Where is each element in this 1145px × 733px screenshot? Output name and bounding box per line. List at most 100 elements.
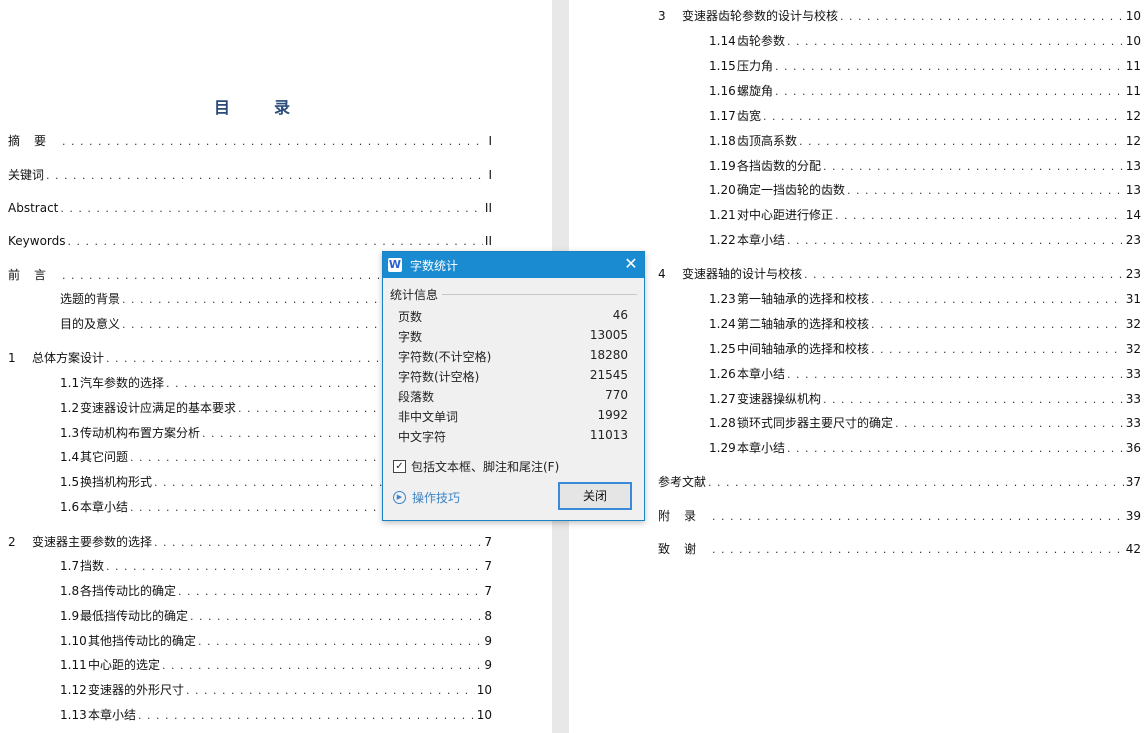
toc-entry-page: 7 xyxy=(484,559,492,573)
wps-writer-icon: W xyxy=(388,258,402,272)
toc-entry-page: 9 xyxy=(484,634,492,648)
toc-entry-label: 致谢 xyxy=(658,542,711,556)
toc-leader-dots xyxy=(708,475,1124,491)
toc-entry-label: 第二轴轴承的选择和校核 xyxy=(737,317,870,331)
toc-leader-dots xyxy=(190,609,482,625)
toc-entry-label: 第一轴轴承的选择和校核 xyxy=(737,292,870,306)
tips-label[interactable]: 操作技巧 xyxy=(412,489,460,506)
toc-entry-number: 1.28 xyxy=(709,416,736,430)
dialog-titlebar[interactable]: W 字数统计 ✕ xyxy=(383,252,644,278)
toc-entry-label: 选题的背景 xyxy=(60,292,121,306)
toc-entry: 1.12变速器的外形尺寸 10 xyxy=(60,682,492,699)
toc-entry: 参考文献 37 xyxy=(658,474,1141,491)
toc-entry-number: 2 xyxy=(8,535,16,549)
toc-entry-label: 各挡齿数的分配 xyxy=(737,159,822,173)
checkbox-check-icon[interactable]: ✓ xyxy=(393,460,406,473)
toc-entry-number: 1.12 xyxy=(60,683,87,697)
stat-row: 段落数 770 xyxy=(398,388,628,405)
toc-entry-number: 1.20 xyxy=(709,183,736,197)
stat-row: 字数 13005 xyxy=(398,328,628,345)
toc-entry: 1.17齿宽 12 xyxy=(709,108,1141,125)
toc-leader-dots xyxy=(787,367,1124,383)
word-count-dialog: W 字数统计 ✕ 统计信息 页数 46 字数 13005 字符数(不计空格) 18280 字… xyxy=(382,251,645,521)
toc-leader-dots xyxy=(799,134,1124,150)
toc-leader-dots xyxy=(823,392,1124,408)
toc-entry-number: 3 xyxy=(658,9,666,23)
toc-entry-label: 本章小结 xyxy=(80,500,129,514)
toc-leader-dots xyxy=(60,201,483,217)
toc-entry-number: 1.1 xyxy=(60,376,80,390)
toc-entry-number: 1.8 xyxy=(60,584,80,598)
stat-value: 11013 xyxy=(589,428,628,442)
toc-entry: 摘要 I xyxy=(8,133,492,150)
toc-entry-number: 1.25 xyxy=(709,342,736,356)
toc-entry-page: 33 xyxy=(1125,367,1141,381)
toc-entry-number: 1.23 xyxy=(709,292,736,306)
toc-entry-number: 1.2 xyxy=(60,401,80,415)
toc-leader-dots xyxy=(763,109,1124,125)
toc-leader-dots xyxy=(62,134,486,150)
toc-entry: 1.27变速器操纵机构 33 xyxy=(709,391,1141,408)
toc-entry-page: 23 xyxy=(1125,267,1141,281)
toc-entry: 1.20确定一挡齿轮的齿数 13 xyxy=(709,182,1141,199)
toc-entry-label: 齿顶高系数 xyxy=(737,134,798,148)
toc-entry-label: 前言 xyxy=(8,268,61,282)
toc-leader-dots xyxy=(840,9,1124,25)
stats-group-header: 统计信息 xyxy=(390,286,637,303)
close-button[interactable]: 关闭 xyxy=(558,482,632,510)
toc-entry-number: 1.19 xyxy=(709,159,736,173)
toc-leader-dots xyxy=(775,84,1124,100)
toc-entry-number: 1.24 xyxy=(709,317,736,331)
toc-entry-label: 变速器的外形尺寸 xyxy=(88,683,185,697)
toc-entry-page: 13 xyxy=(1125,183,1141,197)
toc-entry-page: 32 xyxy=(1125,342,1141,356)
toc-leader-dots xyxy=(186,683,475,699)
stat-value: 1992 xyxy=(597,408,628,422)
toc-leader-dots xyxy=(775,59,1124,75)
toc-leader-dots xyxy=(712,509,1124,525)
toc-entry: 1.26本章小结 33 xyxy=(709,366,1141,383)
toc-entry-number: 1.22 xyxy=(709,233,736,247)
toc-entry-page: II xyxy=(484,201,492,215)
stat-value: 13005 xyxy=(589,328,628,342)
toc-entry: 1.23第一轴轴承的选择和校核 31 xyxy=(709,291,1141,308)
toc-entry-label: Keywords xyxy=(8,234,66,248)
toc-entry-label: 中心距的选定 xyxy=(88,658,161,672)
toc-entry-label: 变速器轴的设计与校核 xyxy=(682,267,803,281)
toc-entry-label: 最低挡传动比的确定 xyxy=(80,609,189,623)
toc-entry-label: 总体方案设计 xyxy=(32,351,105,365)
toc-leader-dots xyxy=(835,208,1124,224)
toc-entry-page: 14 xyxy=(1125,208,1141,222)
toc-entry: 1.21对中心距进行修正 14 xyxy=(709,207,1141,224)
include-textbox-checkbox[interactable]: ✓ 包括文本框、脚注和尾注(F) xyxy=(393,458,559,475)
toc-entry-label: 其他挡传动比的确定 xyxy=(88,634,197,648)
toc-entry: 1.28锁环式同步器主要尺寸的确定 33 xyxy=(709,415,1141,432)
toc-entry-page: 33 xyxy=(1125,392,1141,406)
toc-entry-label: 关键词 xyxy=(8,168,45,182)
toc-leader-dots xyxy=(787,441,1124,457)
toc-leader-dots xyxy=(68,234,483,250)
toc-entry: 2 变速器主要参数的选择 7 xyxy=(8,534,492,551)
toc-entry-label: 变速器设计应满足的基本要求 xyxy=(80,401,237,415)
toc-entry-page: 10 xyxy=(476,683,492,697)
toc-entry-number: 1.10 xyxy=(60,634,87,648)
toc-entry-page: 8 xyxy=(484,609,492,623)
toc-entry: 4 变速器轴的设计与校核 23 xyxy=(658,266,1141,283)
toc-entry-page: 33 xyxy=(1125,416,1141,430)
toc-entry-number: 1.4 xyxy=(60,450,80,464)
toc-entry-number: 1.7 xyxy=(60,559,80,573)
toc-entry-page: 12 xyxy=(1125,134,1141,148)
toc-entry-label: 本章小结 xyxy=(88,708,137,722)
close-icon[interactable]: ✕ xyxy=(618,252,644,278)
toc-entry-number: 1.15 xyxy=(709,59,736,73)
toc-entry-number: 1.3 xyxy=(60,426,80,440)
toc-entry-page: 42 xyxy=(1125,542,1141,556)
toc-leader-dots xyxy=(871,317,1124,333)
toc-leader-dots xyxy=(847,183,1124,199)
toc-entry-label: 锁环式同步器主要尺寸的确定 xyxy=(737,416,894,430)
toc-entry-label: 各挡传动比的确定 xyxy=(80,584,177,598)
toc-entry: 1.13本章小结 10 xyxy=(60,707,492,724)
tips-link[interactable]: ▶ 操作技巧 xyxy=(393,489,460,506)
toc-entry-label: 参考文献 xyxy=(658,475,707,489)
toc-entry-page: I xyxy=(488,134,492,148)
